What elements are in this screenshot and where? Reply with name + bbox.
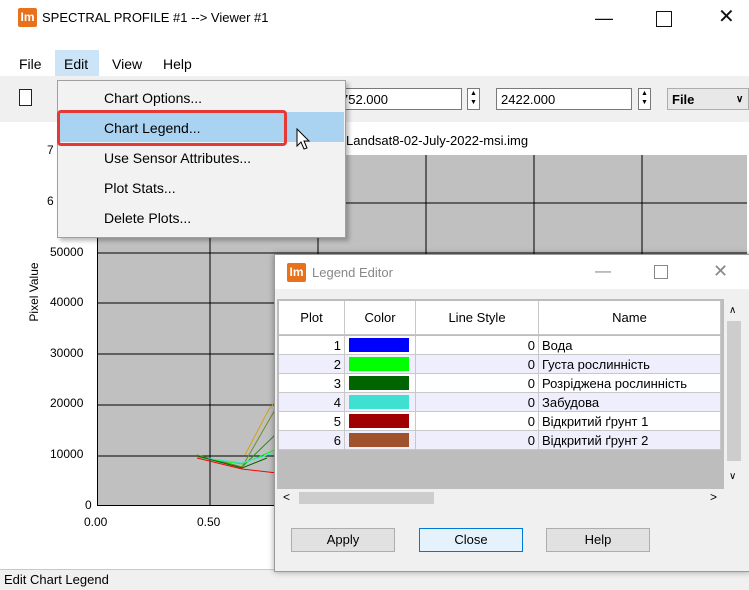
plot-cell[interactable]: 1 — [279, 336, 345, 355]
plot-cell[interactable]: 5 — [279, 412, 345, 431]
mouse-cursor-icon — [296, 128, 311, 150]
plot-cell[interactable]: 2 — [279, 355, 345, 374]
table-row[interactable]: 5 0 Відкритий ґрунт 1 — [279, 412, 721, 431]
color-swatch[interactable] — [349, 414, 409, 428]
color-swatch[interactable] — [349, 357, 409, 371]
title-bar: Im SPECTRAL PROFILE #1 --> Viewer #1 — ✕ — [0, 0, 749, 36]
color-cell[interactable] — [345, 431, 416, 450]
legend-editor-dialog: Im Legend Editor — ✕ Plot Color Line Sty… — [274, 254, 749, 572]
y-tick-label: 0 — [85, 498, 92, 512]
legend-editor-title: Legend Editor — [312, 265, 393, 280]
new-document-icon[interactable] — [19, 89, 32, 106]
menu-file[interactable]: File — [19, 56, 42, 72]
column-header-plot[interactable]: Plot — [279, 301, 345, 335]
name-cell[interactable]: Забудова — [539, 393, 721, 412]
app-logo-icon: Im — [18, 8, 37, 27]
table-row[interactable]: 1 0 Вода — [279, 336, 721, 355]
line-style-cell[interactable]: 0 — [416, 412, 539, 431]
color-cell[interactable] — [345, 393, 416, 412]
scrollbar-thumb[interactable] — [299, 492, 434, 504]
name-cell[interactable]: Вода — [539, 336, 721, 355]
x-tick-label: 0.00 — [84, 515, 108, 529]
chart-title: Landsat8-02-July-2022-msi.img — [346, 133, 529, 148]
color-swatch[interactable] — [349, 338, 409, 352]
chevron-down-icon: ∨ — [736, 94, 744, 105]
spinner-2[interactable]: ▲ ▼ — [638, 88, 651, 110]
line-style-cell[interactable]: 0 — [416, 355, 539, 374]
table-row[interactable]: 3 0 Розріджена рослинність — [279, 374, 721, 393]
close-dialog-button[interactable]: Close — [419, 528, 523, 552]
menu-item-plot-stats[interactable]: Plot Stats... — [58, 173, 345, 203]
line-style-cell[interactable]: 0 — [416, 374, 539, 393]
window-title: SPECTRAL PROFILE #1 --> Viewer #1 — [42, 10, 269, 25]
close-button[interactable]: ✕ — [718, 7, 735, 27]
y-tick-label: 6 — [47, 194, 54, 208]
minimize-button[interactable]: — — [595, 9, 613, 27]
table-row[interactable]: 4 0 Забудова — [279, 393, 721, 412]
source-select-value: File — [672, 92, 695, 107]
plot-cell[interactable]: 4 — [279, 393, 345, 412]
color-swatch[interactable] — [349, 433, 409, 447]
color-swatch[interactable] — [349, 376, 409, 390]
app-logo-icon: Im — [287, 263, 306, 282]
menu-item-chart-options[interactable]: Chart Options... — [58, 83, 345, 113]
help-button[interactable]: Help — [546, 528, 650, 552]
spinner-1[interactable]: ▲ ▼ — [467, 88, 480, 110]
status-text: Edit Chart Legend — [4, 572, 109, 587]
color-cell[interactable] — [345, 355, 416, 374]
wavelength-max-field[interactable]: 2422.000 — [496, 88, 632, 110]
name-cell[interactable]: Відкритий ґрунт 1 — [539, 412, 721, 431]
y-tick-label: 10000 — [50, 447, 84, 461]
column-header-color[interactable]: Color — [345, 301, 416, 335]
line-style-cell[interactable]: 0 — [416, 393, 539, 412]
menu-edit[interactable]: Edit — [64, 56, 88, 72]
column-header-line-style[interactable]: Line Style — [416, 301, 539, 335]
close-button[interactable]: ✕ — [713, 261, 728, 282]
menu-view[interactable]: View — [112, 56, 142, 72]
y-tick-label: 50000 — [50, 245, 84, 259]
scroll-left-icon[interactable]: < — [283, 490, 290, 504]
table-row[interactable]: 2 0 Густа рослинність — [279, 355, 721, 374]
y-axis-label: Pixel Value — [27, 262, 41, 322]
line-style-cell[interactable]: 0 — [416, 336, 539, 355]
color-cell[interactable] — [345, 412, 416, 431]
wavelength-min-field[interactable]: 752.000 — [336, 88, 462, 110]
menu-help[interactable]: Help — [163, 56, 192, 72]
y-tick-label: 30000 — [50, 346, 84, 360]
y-tick-label: 7 — [47, 143, 54, 157]
plot-cell[interactable]: 6 — [279, 431, 345, 450]
highlight-callout — [57, 110, 287, 146]
y-tick-label: 40000 — [50, 295, 84, 309]
menu-item-delete-plots[interactable]: Delete Plots... — [58, 203, 345, 233]
maximize-button[interactable] — [654, 265, 668, 279]
line-style-cell[interactable]: 0 — [416, 431, 539, 450]
scroll-down-icon[interactable]: ∨ — [729, 471, 736, 482]
name-cell[interactable]: Відкритий ґрунт 2 — [539, 431, 721, 450]
name-cell[interactable]: Розріджена рослинність — [539, 374, 721, 393]
color-cell[interactable] — [345, 336, 416, 355]
name-cell[interactable]: Густа рослинність — [539, 355, 721, 374]
horizontal-scrollbar[interactable]: < > — [277, 489, 724, 506]
source-select[interactable]: File ∨ — [667, 88, 749, 110]
status-bar: Edit Chart Legend — [0, 569, 749, 590]
maximize-button[interactable] — [656, 11, 672, 27]
scrollbar-thumb[interactable] — [727, 321, 741, 461]
plot-cell[interactable]: 3 — [279, 374, 345, 393]
legend-editor-titlebar: Im Legend Editor — ✕ — [275, 255, 749, 289]
x-tick-label: 0.50 — [197, 515, 221, 529]
column-header-name[interactable]: Name — [539, 301, 721, 335]
table-row[interactable]: 6 0 Відкритий ґрунт 2 — [279, 431, 721, 450]
scroll-up-icon[interactable]: ∧ — [729, 305, 736, 316]
scroll-right-icon[interactable]: > — [710, 490, 717, 504]
edit-dropdown-menu: Chart Options... Chart Legend... Use Sen… — [57, 80, 346, 238]
color-swatch[interactable] — [349, 395, 409, 409]
vertical-scrollbar[interactable]: ∧ ∨ — [724, 299, 744, 489]
apply-button[interactable]: Apply — [291, 528, 395, 552]
color-cell[interactable] — [345, 374, 416, 393]
minimize-button[interactable]: — — [595, 263, 611, 281]
y-tick-label: 20000 — [50, 396, 84, 410]
